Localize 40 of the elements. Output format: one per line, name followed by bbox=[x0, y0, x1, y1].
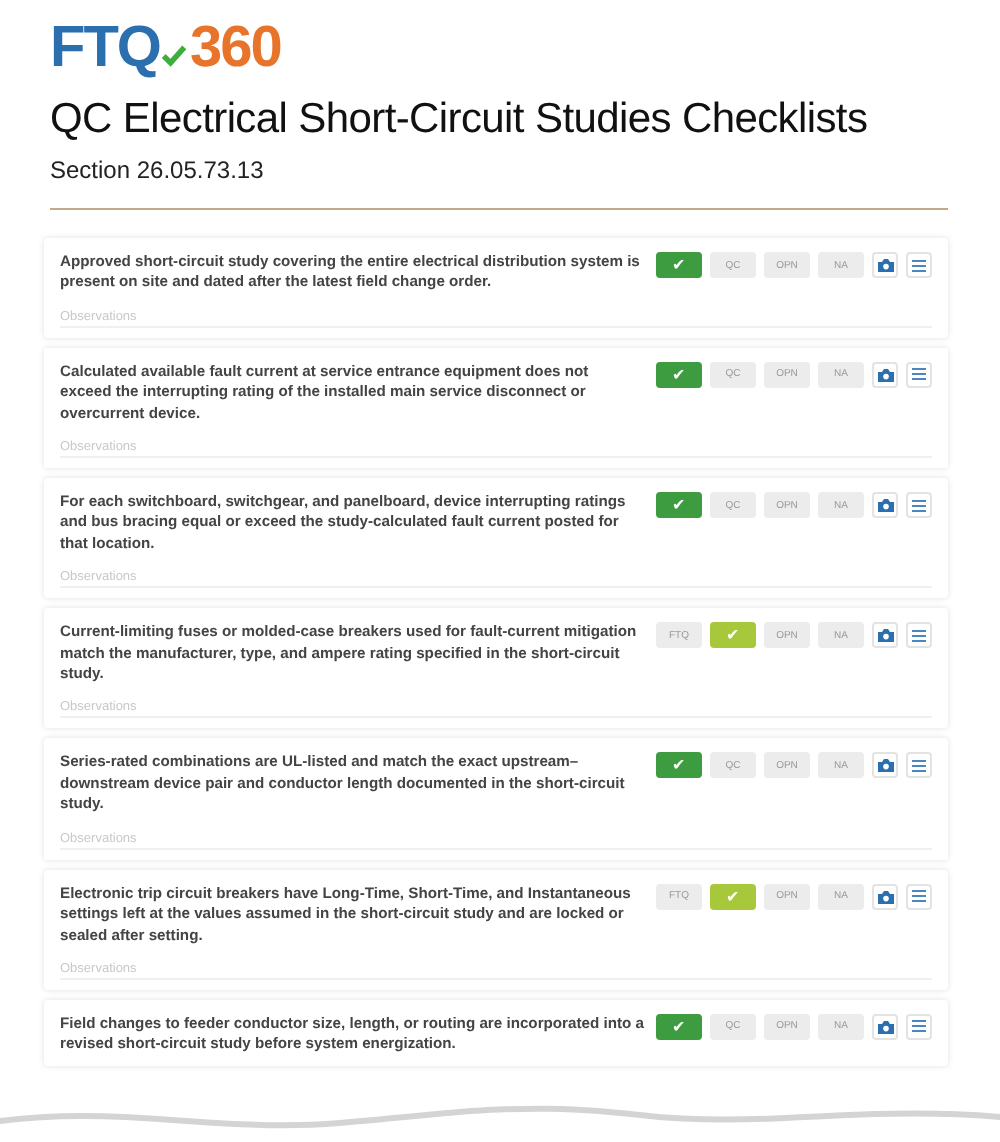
menu-button[interactable] bbox=[906, 622, 932, 649]
menu-button[interactable] bbox=[906, 1013, 932, 1040]
menu-icon bbox=[912, 259, 926, 271]
camera-button[interactable] bbox=[872, 1013, 898, 1040]
status-button-selected[interactable]: ✔ bbox=[710, 622, 756, 649]
status-button-selected[interactable]: ✔ bbox=[656, 252, 702, 278]
camera-button[interactable] bbox=[872, 752, 898, 779]
page-title: QC Electrical Short-Circuit Studies Checklists bbox=[50, 96, 870, 144]
camera-icon bbox=[877, 258, 893, 272]
status-button-selected[interactable]: ✔ bbox=[656, 1013, 702, 1040]
section-number: Section 26.05.73.13 bbox=[50, 156, 266, 184]
camera-icon bbox=[877, 498, 893, 513]
check-icon bbox=[160, 44, 188, 68]
menu-button[interactable] bbox=[906, 492, 932, 519]
status-button-selected[interactable]: ✔ bbox=[656, 752, 702, 779]
menu-icon bbox=[912, 368, 926, 381]
status-button-selected[interactable]: ✔ bbox=[656, 492, 702, 519]
camera-button[interactable] bbox=[872, 361, 898, 388]
status-button-selected[interactable]: ✔ bbox=[656, 361, 702, 388]
menu-icon bbox=[912, 1020, 926, 1033]
camera-button[interactable] bbox=[872, 622, 898, 649]
camera-icon bbox=[877, 889, 893, 904]
logo-text: 360 bbox=[190, 15, 281, 81]
camera-icon bbox=[877, 1019, 893, 1034]
menu-icon bbox=[912, 890, 926, 903]
camera-icon bbox=[877, 367, 893, 382]
menu-button[interactable] bbox=[906, 361, 932, 388]
logo-text: FTQ bbox=[50, 15, 160, 81]
camera-icon bbox=[877, 628, 893, 643]
camera-button[interactable] bbox=[872, 492, 898, 519]
status-button-selected[interactable]: ✔ bbox=[710, 883, 756, 910]
menu-button[interactable] bbox=[906, 252, 932, 278]
menu-icon bbox=[912, 499, 926, 512]
camera-icon bbox=[877, 758, 893, 773]
menu-button[interactable] bbox=[906, 883, 932, 910]
menu-button[interactable] bbox=[906, 752, 932, 779]
menu-icon bbox=[912, 759, 926, 772]
camera-button[interactable] bbox=[872, 883, 898, 910]
menu-icon bbox=[912, 629, 926, 642]
camera-button[interactable] bbox=[872, 252, 898, 278]
